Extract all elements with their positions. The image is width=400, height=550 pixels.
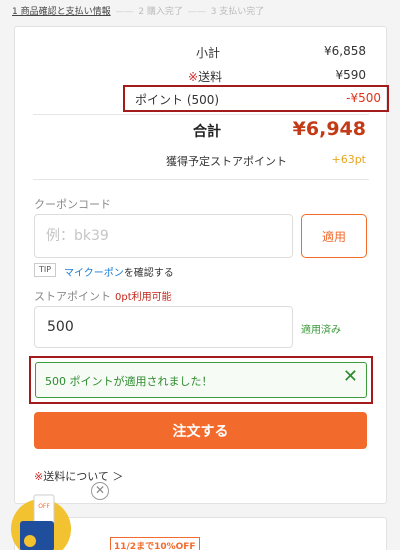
coupon-apply-button[interactable]: 適用 — [301, 214, 367, 258]
step-separator: —— — [115, 7, 134, 17]
shipping-row: ※送料 ¥590 — [188, 68, 366, 84]
shipping-value: ¥590 — [335, 68, 366, 82]
store-points-applied: 適用済み — [301, 325, 341, 336]
step-3: 3 支払い完了 — [210, 7, 265, 17]
shipping-mark: ※ — [188, 70, 199, 84]
subtotal-row: 小計 ¥6,858 — [190, 44, 366, 60]
earn-points-value: +63pt — [331, 153, 366, 166]
points-row-highlight: ポイント (500) -¥500 — [123, 85, 389, 112]
shipping-info-text: 送料について ＞ — [43, 470, 124, 483]
tip-badge: TIP — [34, 263, 57, 277]
coupon-promo-icon[interactable]: OFF — [8, 493, 74, 550]
promo-icon-coin — [24, 535, 36, 547]
section-divider — [33, 179, 369, 180]
tip-suffix: を確認する — [123, 268, 174, 279]
place-order-button[interactable]: 注文する — [34, 412, 367, 449]
close-icon[interactable]: ✕ — [343, 366, 358, 387]
shipping-label-wrap: ※送料 — [188, 68, 222, 85]
points-value: -¥500 — [346, 91, 381, 105]
my-coupon-link[interactable]: マイクーポン — [64, 268, 124, 279]
shipping-label: 送料 — [198, 70, 223, 84]
tip-text: マイクーポンを確認する — [64, 264, 174, 279]
store-points-label-wrap: ストアポイント 0pt利用可能 — [34, 288, 172, 304]
checkout-steps: 1 商品確認と支払い情報 —— 2 購入完了 —— 3 支払い完了 — [12, 4, 264, 17]
shipping-info-mark: ※ — [34, 470, 44, 483]
promo-icon-ticket — [33, 494, 55, 526]
coupon-input[interactable] — [34, 214, 293, 258]
total-value: ¥6,948 — [292, 118, 366, 140]
coupon-label: クーポンコード — [34, 198, 111, 211]
points-label: ポイント (500) — [135, 93, 220, 107]
shipping-info-link[interactable]: ※送料について ＞ — [34, 468, 123, 484]
subtotal-label: 小計 — [195, 46, 220, 60]
total-label: 合計 — [193, 124, 221, 140]
store-points-input[interactable] — [34, 306, 293, 348]
promo-icon-wallet — [20, 521, 54, 550]
step-separator: —— — [187, 7, 206, 17]
earn-points-label: 獲得予定ストアポイント — [166, 155, 287, 168]
store-points-available: 0pt利用可能 — [115, 292, 172, 303]
subtotal-value: ¥6,858 — [324, 44, 366, 58]
store-points-label: ストアポイント — [34, 290, 111, 303]
promo-icon-text: OFF — [38, 503, 50, 510]
floating-close-icon[interactable]: ✕ — [91, 482, 109, 500]
success-message-highlight: 500 ポイントが適用されました！ ✕ — [29, 356, 373, 404]
step-1[interactable]: 1 商品確認と支払い情報 — [12, 7, 111, 17]
success-message-text: 500 ポイントが適用されました！ — [45, 375, 213, 388]
success-message: 500 ポイントが適用されました！ ✕ — [35, 362, 367, 398]
promo-badge: 11/2まで10%OFF — [110, 537, 200, 550]
step-2: 2 購入完了 — [138, 7, 183, 17]
summary-divider — [33, 114, 369, 115]
